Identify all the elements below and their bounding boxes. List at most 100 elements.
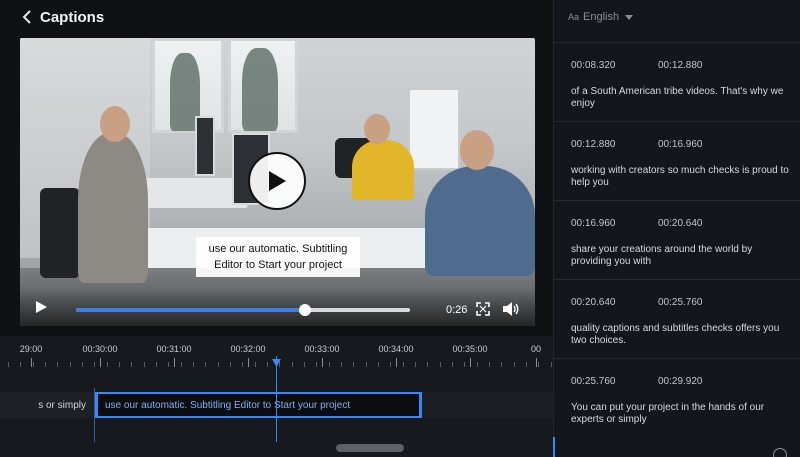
ruler-tick	[440, 362, 441, 367]
scene-monitor	[195, 116, 215, 176]
ruler-tick	[255, 362, 256, 367]
caption-cue[interactable]: 00:25.760 00:29.920 You can put your pro…	[554, 358, 800, 437]
cue-end-time[interactable]: 00:25.760	[658, 297, 703, 308]
ruler-tick	[304, 362, 305, 367]
ruler-tick	[45, 362, 46, 367]
ruler-tick	[8, 362, 9, 367]
caption-clip-previous[interactable]: s or simply	[0, 392, 94, 418]
scene-person	[425, 166, 535, 276]
ruler-tick	[267, 362, 268, 367]
play-icon	[269, 171, 286, 191]
ruler-tick	[181, 362, 182, 367]
chevron-down-icon	[625, 14, 634, 20]
subtitle-overlay: use our automatic. Subtitling Editor to …	[196, 237, 360, 277]
ruler-tick	[341, 362, 342, 367]
ruler-tick-major	[248, 358, 249, 367]
ruler-label: 00:31:00	[156, 344, 192, 354]
ruler-label: 00:30:00	[82, 344, 118, 354]
scene-chair	[40, 188, 80, 278]
cue-text[interactable]: working with creators so much checks is …	[571, 165, 791, 189]
ruler-tick	[218, 362, 219, 367]
captions-list-pane: Aa English 00:08.320 00:12.880 of a Sout…	[553, 0, 800, 457]
ruler-tick-major	[396, 358, 397, 367]
ruler-tick	[70, 362, 71, 367]
progress-fill	[76, 308, 305, 312]
current-time: 0:26	[446, 304, 468, 316]
ruler-tick-major	[322, 358, 323, 367]
page-title: Captions	[40, 8, 105, 26]
cue-start-time[interactable]: 00:08.320	[571, 60, 616, 71]
cue-text[interactable]: of a South American tribe videos. That's…	[571, 86, 791, 110]
ruler-tick	[33, 362, 34, 367]
play-icon[interactable]	[34, 300, 48, 314]
ruler-tick	[366, 362, 367, 367]
scene-tree	[242, 48, 278, 131]
ruler-tick	[403, 362, 404, 367]
ruler-tick	[316, 362, 317, 367]
language-select[interactable]: Aa English	[568, 11, 634, 23]
ruler-tick	[279, 362, 280, 367]
scene-person	[352, 140, 414, 200]
caption-cue[interactable]: 00:20.640 00:25.760 quality captions and…	[554, 279, 800, 358]
ruler-tick	[292, 362, 293, 367]
progress-bar[interactable]	[76, 304, 410, 316]
ruler-tick	[57, 362, 58, 367]
cue-end-time[interactable]: 00:16.960	[658, 139, 703, 150]
progress-knob[interactable]	[298, 304, 311, 316]
scene-person-head	[100, 106, 130, 142]
caption-clip-active[interactable]: use our automatic. Subtitling Editor to …	[95, 392, 422, 418]
caption-clip-next[interactable]	[422, 392, 553, 418]
ruler-label: 00:33:00	[304, 344, 340, 354]
ruler-tick-major	[536, 358, 537, 367]
cue-start-time[interactable]: 00:25.760	[571, 376, 616, 387]
cue-text[interactable]: quality captions and subtitles checks of…	[571, 323, 791, 347]
ruler-tick-major	[31, 358, 32, 367]
help-icon[interactable]	[773, 448, 787, 457]
ruler-tick	[242, 362, 243, 367]
text-size-icon: Aa	[568, 12, 580, 22]
ruler-tick	[390, 362, 391, 367]
volume-icon[interactable]	[502, 301, 520, 317]
ruler-tick	[427, 362, 428, 367]
timeline-scrollbar[interactable]	[336, 444, 404, 452]
cue-end-time[interactable]: 00:12.880	[658, 60, 703, 71]
cue-end-time[interactable]: 00:29.920	[658, 376, 703, 387]
back-chevron-icon[interactable]	[20, 10, 34, 24]
ruler-tick	[20, 362, 21, 367]
ruler-tick-major	[100, 358, 101, 367]
ruler-tick	[156, 362, 157, 367]
playhead-line[interactable]	[276, 356, 277, 442]
cue-start-time[interactable]: 00:12.880	[571, 139, 616, 150]
editor-pane: Captions use our automatic. Subtitling E…	[0, 0, 553, 457]
video-player[interactable]: use our automatic. Subtitling Editor to …	[20, 38, 535, 326]
scene-person-head	[364, 114, 390, 144]
caption-cue[interactable]: 00:12.880 00:16.960 working with creator…	[554, 121, 800, 200]
header: Captions	[0, 0, 553, 34]
cue-text[interactable]: You can put your project in the hands of…	[571, 402, 791, 426]
clip-boundary-line	[94, 388, 95, 442]
cue-end-time[interactable]: 00:20.640	[658, 218, 703, 229]
ruler-tick	[82, 362, 83, 367]
play-overlay-button[interactable]	[248, 152, 306, 210]
ruler-tick	[329, 362, 330, 367]
ruler-tick	[193, 362, 194, 367]
ruler-tick	[168, 362, 169, 367]
ruler-tick	[205, 362, 206, 367]
caption-cue[interactable]: 00:08.320 00:12.880 of a South American …	[554, 42, 800, 121]
ruler-tick	[144, 362, 145, 367]
cue-text[interactable]: share your creations around the world by…	[571, 244, 791, 268]
ruler-tick	[230, 362, 231, 367]
scene-person	[78, 133, 148, 283]
cue-start-time[interactable]: 00:16.960	[571, 218, 616, 229]
ruler-tick	[107, 362, 108, 367]
ruler-tick	[514, 362, 515, 367]
ruler-tick	[353, 362, 354, 367]
caption-cue[interactable]: 00:16.960 00:20.640 share your creations…	[554, 200, 800, 279]
fullscreen-icon[interactable]	[476, 302, 490, 316]
ruler-label: 29:00	[19, 344, 43, 354]
ruler-tick	[501, 362, 502, 367]
cue-start-time[interactable]: 00:20.640	[571, 297, 616, 308]
timeline[interactable]: 29:00 00:30:00 00:31:00 00:32:00 00:33:0…	[0, 336, 553, 457]
ruler-label: 00:32:00	[230, 344, 266, 354]
ruler-tick	[464, 362, 465, 367]
